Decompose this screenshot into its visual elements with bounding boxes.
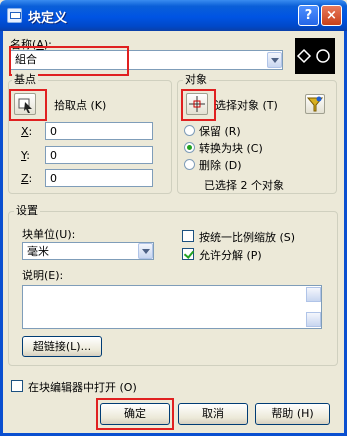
quick-select-button[interactable] [305,94,325,114]
uniform-scale-label: 按统一比例缩放 (S) [199,231,296,244]
block-preview [295,38,335,74]
block-unit-select[interactable]: 毫米 [22,242,154,260]
settings-group-title: 设置 [14,204,40,217]
allow-explode-label: 允许分解 (P) [199,249,262,262]
description-label: 说明(E): [22,269,64,282]
x-label: X: [21,125,33,138]
y-coordinate-input[interactable]: 0 [45,146,153,164]
retain-radio[interactable] [184,125,195,136]
cancel-button[interactable]: 取消 [178,403,248,425]
pick-point-highlight-box [9,89,47,121]
delete-label: 删除 (D) [199,159,242,172]
hyperlink-button[interactable]: 超链接(L)... [22,336,102,357]
close-icon[interactable]: × [321,5,342,26]
pick-point-label: 拾取点 (K) [54,99,107,112]
allow-explode-checkbox[interactable] [182,248,194,260]
uniform-scale-checkbox[interactable] [182,230,194,242]
y-label: Y: [21,149,30,162]
name-dropdown-chevron-down-icon[interactable] [267,52,282,68]
description-textarea[interactable] [22,285,322,329]
z-coordinate-input[interactable]: 0 [45,169,153,187]
scroll-down-icon[interactable] [306,312,321,327]
window-frame-left [0,31,3,436]
open-in-editor-label: 在块编辑器中打开 (O) [28,381,137,394]
block-unit-value: 毫米 [27,245,49,258]
block-unit-chevron-down-icon[interactable] [138,243,153,259]
x-coordinate-input[interactable]: 0 [45,122,153,140]
selected-count-text: 已选择 2 个对象 [204,179,284,192]
select-objects-label: 选择对象 (T) [215,99,278,112]
name-highlight-box [9,46,129,76]
funnel-icon [306,96,324,112]
convert-to-block-radio[interactable] [184,142,195,153]
delete-radio[interactable] [184,159,195,170]
objects-group-title: 对象 [183,73,209,86]
base-point-group-title: 基点 [12,73,38,86]
convert-to-block-label: 转换为块 (C) [199,142,263,155]
help-icon[interactable]: ? [298,5,319,26]
block-preview-icon [296,48,330,64]
help-button[interactable]: 帮助 (H) [255,403,330,425]
block-definition-icon [7,8,22,23]
window-title: 块定义 [28,11,68,26]
scroll-up-icon[interactable] [306,287,321,302]
select-objects-highlight-box [181,89,216,121]
z-label: Z: [21,172,33,185]
open-in-editor-checkbox[interactable] [11,380,23,392]
retain-label: 保留 (R) [199,125,241,138]
block-unit-label: 块单位(U): [22,228,76,241]
ok-highlight-box [96,398,174,430]
